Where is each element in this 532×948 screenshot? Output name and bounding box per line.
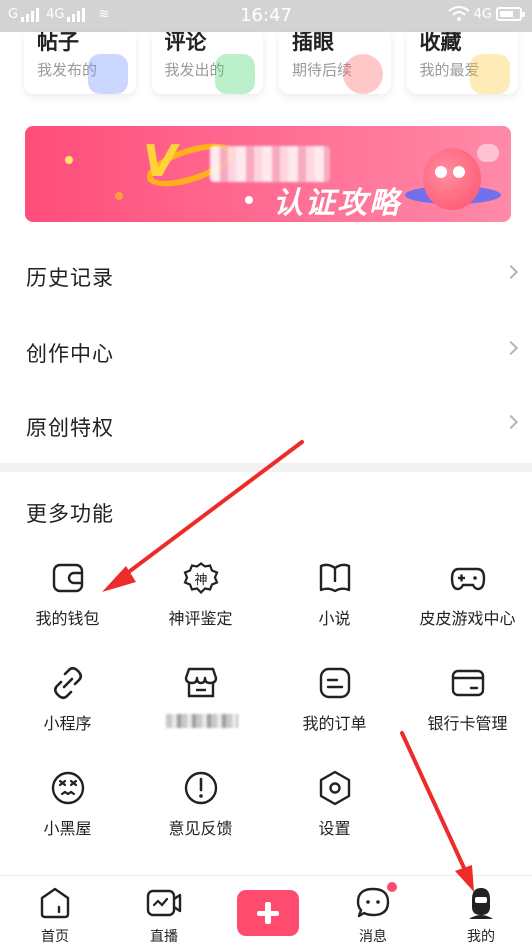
- feature-label: 我的订单: [302, 714, 367, 733]
- chevron-right-icon: [503, 414, 519, 430]
- eye-icon: [342, 54, 383, 94]
- row-label: 历史记录: [26, 266, 114, 290]
- star-icon: [470, 54, 510, 94]
- status-right: 4G: [448, 6, 525, 22]
- card-icon: [451, 669, 484, 697]
- store-icon: [184, 667, 217, 698]
- promo-banner[interactable]: V 认证攻略: [25, 126, 511, 222]
- wallet-icon: [52, 563, 83, 593]
- publish-plus-button[interactable]: [237, 890, 299, 936]
- nav-messages[interactable]: 消息: [320, 876, 426, 948]
- feedback-icon: [184, 771, 217, 805]
- nav-label: 消息: [359, 929, 387, 945]
- card-title: 帖子: [37, 32, 79, 54]
- shortcut-cards: 帖子 我发布的 评论 我发出的 插眼 期待后续 收藏 我的最爱: [24, 32, 518, 94]
- feature-label: 意见反馈: [168, 819, 233, 838]
- book-icon: [319, 563, 350, 593]
- feature-shen-review[interactable]: 神 神评鉴定: [134, 560, 267, 650]
- live-icon: [146, 889, 182, 917]
- banner-text: 认证攻略: [273, 186, 401, 221]
- card-posts[interactable]: 帖子 我发布的: [24, 32, 136, 94]
- svg-text:神: 神: [194, 573, 207, 588]
- feature-settings[interactable]: 设置: [268, 770, 401, 860]
- gamepad-icon: [450, 567, 485, 591]
- card-title: 插眼: [292, 32, 334, 54]
- message-icon: [356, 887, 390, 918]
- feature-label: 小黑屋: [43, 819, 92, 838]
- card-comments[interactable]: 评论 我发出的: [151, 32, 263, 94]
- dizzy-face-icon: [51, 771, 84, 805]
- mascot-graphic: [423, 148, 481, 210]
- row-label: 原创特权: [26, 416, 114, 440]
- chevron-right-icon: [503, 340, 519, 356]
- blurred-logo-text: [210, 146, 330, 182]
- chat-bubble-graphic: [477, 144, 499, 162]
- feature-label: 神评鉴定: [168, 609, 233, 628]
- sparkle-graphic: [65, 156, 73, 164]
- feature-label: 我的钱包: [35, 609, 100, 628]
- sparkle-graphic: [115, 192, 123, 200]
- nav-label: 直播: [150, 929, 178, 945]
- feature-store[interactable]: [134, 665, 267, 755]
- more-features-title: 更多功能: [26, 502, 114, 526]
- nav-live[interactable]: 直播: [111, 876, 217, 948]
- feature-label: 小程序: [43, 714, 92, 733]
- network-right-label: 4G: [473, 6, 492, 22]
- home-icon: [40, 887, 70, 919]
- nav-me[interactable]: 我的: [428, 876, 532, 948]
- chevron-right-icon: [503, 264, 519, 280]
- feature-label: 设置: [318, 819, 351, 838]
- bottom-nav: 首页 直播 消息 我的: [0, 875, 532, 948]
- wifi-icon: [448, 6, 470, 21]
- feature-wallet[interactable]: 我的钱包: [1, 560, 134, 650]
- feature-bank-card[interactable]: 银行卡管理: [401, 665, 532, 755]
- profile-icon: [469, 888, 493, 919]
- feature-label: 小说: [318, 609, 351, 628]
- posts-icon: [87, 54, 128, 94]
- status-bar: G 4G ≋ 16:47 4G: [0, 0, 532, 32]
- link-icon: [53, 666, 82, 700]
- feature-novel[interactable]: 小说: [268, 560, 401, 650]
- battery-icon: [496, 7, 525, 21]
- shen-badge-icon: 神: [183, 562, 218, 595]
- nav-label: 首页: [41, 929, 69, 945]
- menu-row-original-privileges[interactable]: 原创特权: [0, 390, 532, 464]
- card-title: 评论: [164, 32, 207, 54]
- order-icon: [319, 667, 350, 699]
- nav-label: 我的: [467, 929, 495, 945]
- feature-label: 银行卡管理: [427, 714, 508, 733]
- feature-mini-program[interactable]: 小程序: [1, 665, 134, 755]
- message-badge-dot: [387, 882, 397, 892]
- feature-game-center[interactable]: 皮皮游戏中心: [401, 560, 532, 650]
- feature-my-orders[interactable]: 我的订单: [268, 665, 401, 755]
- menu-row-creator-center[interactable]: 创作中心: [0, 316, 532, 390]
- feature-blackroom[interactable]: 小黑屋: [1, 770, 134, 860]
- card-favorites[interactable]: 收藏 我的最爱: [406, 32, 518, 94]
- sparkle-graphic: [245, 196, 253, 204]
- card-bookmarks[interactable]: 插眼 期待后续: [279, 32, 391, 94]
- row-label: 创作中心: [26, 342, 114, 366]
- section-divider: [0, 463, 532, 472]
- card-title: 收藏: [419, 32, 462, 54]
- comments-icon: [215, 54, 255, 94]
- nav-home[interactable]: 首页: [2, 876, 108, 948]
- feature-feedback[interactable]: 意见反馈: [134, 770, 267, 860]
- menu-row-history[interactable]: 历史记录: [0, 240, 532, 314]
- v-logo: V: [143, 136, 178, 187]
- feature-label: 皮皮游戏中心: [419, 609, 516, 628]
- settings-hex-icon: [319, 770, 350, 806]
